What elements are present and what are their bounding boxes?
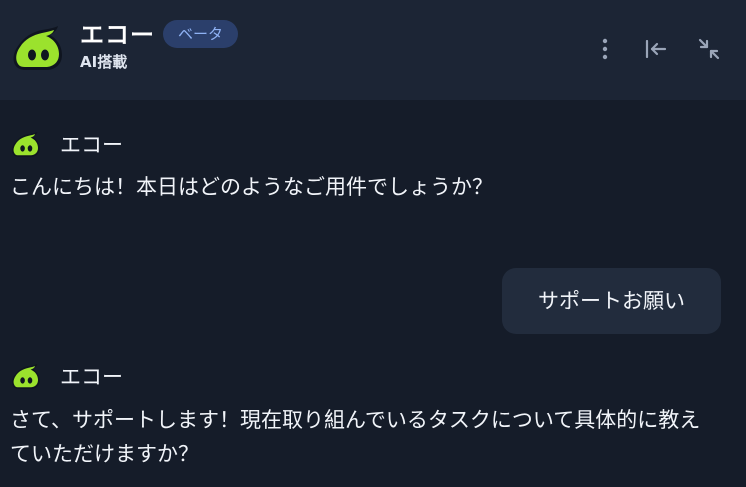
bot-message-text: こんにちは！本日はどのようなご用件でしょうか？ [10,175,493,199]
bot-name: エコー [60,133,123,157]
more-vertical-icon [602,38,608,60]
user-message-bubble: サポートお願い [502,268,721,334]
collapse-panel-button[interactable] [641,34,671,64]
app-title: エコー [80,21,155,49]
echo-avatar-icon [12,363,40,389]
minimize-chat-button[interactable] [694,34,724,64]
bot-message-header: エコー [10,130,123,160]
bot-message-text: さて、サポートします！現在取り組んでいるタスクについて具体的に教えていただけます… [10,408,701,466]
collapse-left-icon [645,40,667,58]
bot-message-header: エコー [10,362,123,392]
app-subtitle: AI搭載 [80,53,128,71]
echo-logo-icon [13,26,62,70]
beta-badge: ベータ [163,20,239,48]
chat-header: エコー ベータ AI搭載 [0,0,746,100]
more-options-button[interactable] [590,34,620,64]
minimize-icon [698,38,720,60]
echo-avatar-icon [12,131,40,157]
bot-name: エコー [60,365,123,389]
